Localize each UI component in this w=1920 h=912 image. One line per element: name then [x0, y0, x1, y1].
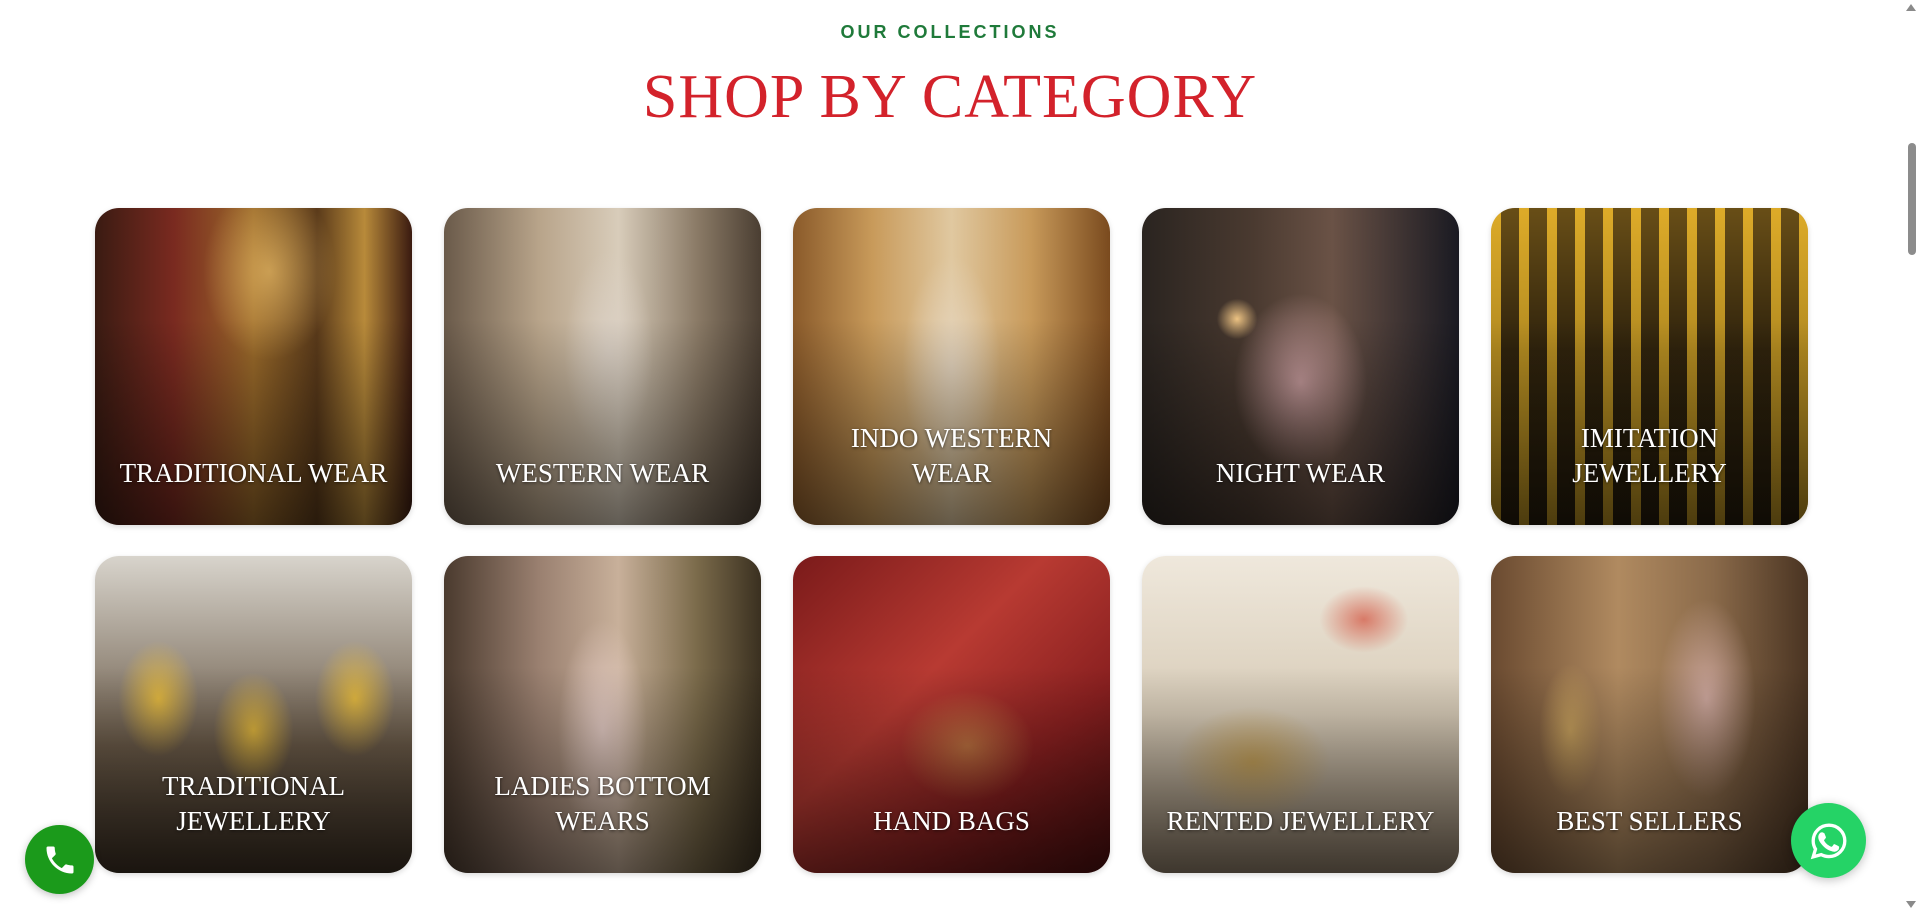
whatsapp-button[interactable] — [1791, 803, 1866, 878]
category-label: BEST SELLERS — [1556, 806, 1743, 836]
section-eyebrow: OUR COLLECTIONS — [840, 22, 1060, 42]
phone-icon — [46, 846, 73, 873]
category-label: RENTED JEWELLERY — [1166, 806, 1435, 836]
category-label: LADIES BOTTOM WEARS — [494, 771, 711, 836]
scroll-up-arrow-icon[interactable] — [1906, 4, 1916, 11]
category-card-imitation-jewellery[interactable]: IMITATION JEWELLERY — [1491, 208, 1808, 525]
scroll-thumb[interactable] — [1908, 143, 1916, 255]
category-label: TRADITIONAL WEAR — [119, 458, 388, 488]
category-card-western-wear[interactable]: WESTERN WEAR — [444, 208, 761, 525]
category-label: HAND BAGS — [873, 806, 1030, 836]
category-label: NIGHT WEAR — [1215, 458, 1386, 488]
category-card-ladies-bottom-wears[interactable]: LADIES BOTTOM WEARS — [444, 556, 761, 873]
category-card-night-wear[interactable]: NIGHT WEAR — [1142, 208, 1459, 525]
category-card-best-sellers[interactable]: BEST SELLERS — [1491, 556, 1808, 873]
category-label: INDO WESTERN WEAR — [850, 423, 1053, 488]
scroll-down-arrow-icon[interactable] — [1906, 901, 1916, 908]
category-card-hand-bags[interactable]: HAND BAGS — [793, 556, 1110, 873]
category-label: WESTERN WEAR — [495, 458, 710, 488]
category-card-rented-jewellery[interactable]: RENTED JEWELLERY — [1142, 556, 1459, 873]
category-card-traditional-jewellery[interactable]: TRADITIONAL JEWELLERY — [95, 556, 412, 873]
page: OUR COLLECTIONS SHOP BY CATEGORY TRADITI… — [0, 0, 1920, 912]
vertical-scrollbar[interactable] — [1903, 0, 1920, 912]
category-card-traditional-wear[interactable]: TRADITIONAL WEAR — [95, 208, 412, 525]
category-card-indo-western-wear[interactable]: INDO WESTERN WEAR — [793, 208, 1110, 525]
whatsapp-icon — [1810, 823, 1846, 859]
category-label: IMITATION JEWELLERY — [1572, 423, 1727, 488]
category-grid: TRADITIONAL WEAR WESTERN WEAR INDO WESTE… — [95, 208, 1808, 873]
call-button[interactable] — [25, 825, 94, 894]
category-label: TRADITIONAL JEWELLERY — [162, 771, 345, 836]
section-title: SHOP BY CATEGORY — [642, 63, 1258, 131]
